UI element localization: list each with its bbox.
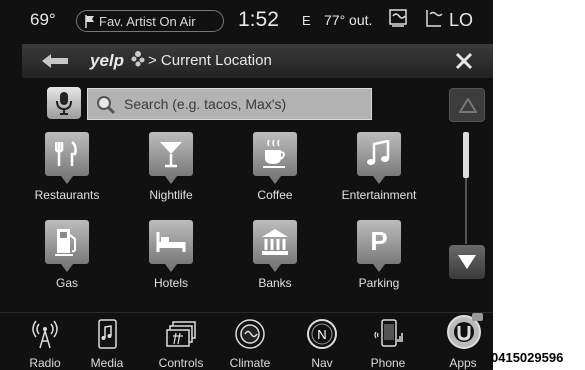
scroll-down-button[interactable] (449, 245, 485, 279)
category-label: Hotels (153, 276, 188, 290)
apps-icon (447, 313, 483, 349)
microphone-icon (56, 92, 72, 115)
search-placeholder: Search (e.g. tacos, Max's) (124, 96, 287, 112)
climate-icon (235, 319, 265, 349)
bottom-tab-label: Apps (449, 356, 477, 370)
yelp-burst-icon (131, 51, 145, 67)
figure-code: 0415029596 (491, 350, 564, 365)
fork-knife-icon (45, 132, 89, 184)
category-label: Entertainment (341, 188, 417, 202)
fan-level: LO (449, 10, 474, 30)
status-bar: 69° Fav. Artist On Air 1:52 E 77° out. L… (0, 0, 493, 40)
scroll-up-button[interactable] (449, 88, 485, 122)
compass-heading: E (302, 13, 311, 28)
bottom-tab-radio[interactable]: Radio (14, 318, 76, 370)
scroll-up-icon (459, 98, 477, 113)
favorite-artist-pill[interactable]: Fav. Artist On Air (76, 10, 224, 32)
category-hotels[interactable]: Hotels (116, 220, 226, 300)
category-entertainment[interactable]: Entertainment (324, 132, 434, 212)
gas-pump-icon (45, 220, 89, 272)
clock: 1:52 (238, 8, 279, 31)
yelp-logo: yelp (90, 51, 125, 70)
bottom-tab-climate[interactable]: Climate (219, 318, 281, 370)
bottom-tab-label: Nav (311, 356, 333, 370)
parking-glyph: P (370, 226, 388, 256)
category-coffee[interactable]: Coffee (220, 132, 330, 212)
category-nightlife[interactable]: Nightlife (116, 132, 226, 212)
coffee-cup-icon (253, 132, 297, 184)
media-icon (98, 319, 117, 349)
voice-search-button[interactable] (47, 87, 81, 119)
bottom-bar-divider (0, 312, 493, 313)
category-label: Banks (258, 276, 292, 290)
bottom-tab-phone[interactable]: Phone (357, 318, 419, 370)
category-label: Coffee (257, 188, 293, 202)
scroll-track[interactable] (465, 178, 467, 244)
bottom-tab-label: Media (90, 356, 124, 370)
scroll-down-icon (458, 255, 476, 269)
nav-glyph: N (317, 327, 326, 342)
nav-compass-icon: N (307, 319, 337, 349)
favorite-label: Fav. Artist On Air (99, 14, 196, 29)
scroll-thumb[interactable] (463, 132, 469, 178)
bank-icon (253, 220, 297, 272)
category-gas[interactable]: Gas (12, 220, 122, 300)
climate-fan-icon[interactable] (388, 8, 408, 28)
category-label: Gas (55, 276, 78, 290)
phone-icon (374, 319, 403, 347)
outside-temperature: 77° out. (324, 12, 373, 28)
bottom-tab-media[interactable]: Media (76, 318, 138, 370)
radio-icon (32, 320, 58, 349)
bottom-tab-apps[interactable]: Apps (432, 313, 493, 370)
cocktail-icon (149, 132, 193, 184)
category-label: Restaurants (34, 188, 100, 202)
back-arrow-icon[interactable] (42, 53, 68, 69)
controls-icon (166, 321, 196, 347)
category-label: Nightlife (149, 188, 193, 202)
seat-heat-icon[interactable] (424, 8, 444, 28)
bottom-tab-nav[interactable]: N Nav (291, 318, 353, 370)
search-input[interactable]: Search (e.g. tacos, Max's) (87, 88, 372, 120)
uconnect-screen: 69° Fav. Artist On Air 1:52 E 77° out. L… (0, 0, 493, 370)
category-label: Parking (358, 276, 400, 290)
bottom-tab-controls[interactable]: Controls (150, 318, 212, 370)
bottom-tab-label: Radio (29, 356, 61, 370)
close-icon[interactable] (455, 52, 473, 70)
bottom-tab-label: Controls (158, 356, 204, 370)
interior-temperature: 69° (30, 10, 56, 29)
page-title: > Current Location (148, 52, 272, 69)
category-restaurants[interactable]: Restaurants (12, 132, 122, 212)
music-note-icon (357, 132, 401, 184)
bed-icon (149, 220, 193, 272)
search-icon (97, 96, 116, 115)
bottom-tab-label: Phone (370, 356, 406, 370)
yelp-header-bar: yelp > Current Location (22, 44, 493, 78)
category-parking[interactable]: P Parking (324, 220, 434, 300)
parking-icon: P (357, 220, 401, 272)
flag-icon (85, 15, 94, 28)
bottom-tab-label: Climate (229, 356, 271, 370)
category-banks[interactable]: Banks (220, 220, 330, 300)
